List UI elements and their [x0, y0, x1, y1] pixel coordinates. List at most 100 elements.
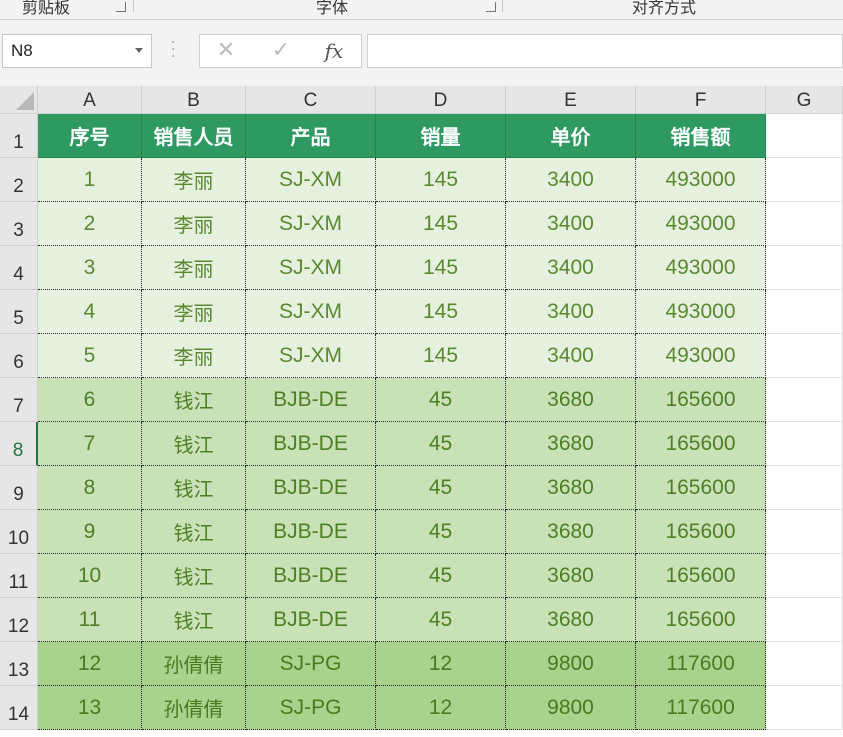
cell-f5[interactable]: 493000: [636, 290, 766, 334]
header-cell-c[interactable]: 产品: [246, 114, 376, 158]
cell-f9[interactable]: 165600: [636, 466, 766, 510]
row-header-7[interactable]: 7: [0, 378, 38, 422]
cell-b11[interactable]: 钱江: [142, 554, 246, 598]
cell-b13[interactable]: 孙倩倩: [142, 642, 246, 686]
cell-a8[interactable]: 7: [38, 422, 142, 466]
cell-b3[interactable]: 李丽: [142, 202, 246, 246]
cell-g5[interactable]: [766, 290, 843, 334]
cell-g9[interactable]: [766, 466, 843, 510]
cancel-icon[interactable]: ✕: [206, 35, 246, 67]
cell-c5[interactable]: SJ-XM: [246, 290, 376, 334]
row-header-12[interactable]: 12: [0, 598, 38, 642]
cell-g11[interactable]: [766, 554, 843, 598]
cell-a4[interactable]: 3: [38, 246, 142, 290]
cell-a2[interactable]: 1: [38, 158, 142, 202]
name-box[interactable]: N8: [2, 34, 152, 68]
cell-f11[interactable]: 165600: [636, 554, 766, 598]
cell-b4[interactable]: 李丽: [142, 246, 246, 290]
row-header-3[interactable]: 3: [0, 202, 38, 246]
clipboard-dialog-launcher-icon[interactable]: [116, 2, 126, 12]
cell-a9[interactable]: 8: [38, 466, 142, 510]
cell-d7[interactable]: 45: [376, 378, 506, 422]
row-header-8[interactable]: 8: [0, 422, 38, 466]
header-cell-f[interactable]: 销售额: [636, 114, 766, 158]
cell-b9[interactable]: 钱江: [142, 466, 246, 510]
cell-e6[interactable]: 3400: [506, 334, 636, 378]
cell-f14[interactable]: 117600: [636, 686, 766, 730]
column-header-a[interactable]: A: [38, 86, 142, 114]
cell-e2[interactable]: 3400: [506, 158, 636, 202]
cell-g14[interactable]: [766, 686, 843, 730]
cell-g2[interactable]: [766, 158, 843, 202]
cell-c2[interactable]: SJ-XM: [246, 158, 376, 202]
header-cell-e[interactable]: 单价: [506, 114, 636, 158]
cell-b2[interactable]: 李丽: [142, 158, 246, 202]
cell-d8[interactable]: 45: [376, 422, 506, 466]
cell-c3[interactable]: SJ-XM: [246, 202, 376, 246]
cell-d13[interactable]: 12: [376, 642, 506, 686]
cell-g8[interactable]: [766, 422, 843, 466]
cell-e7[interactable]: 3680: [506, 378, 636, 422]
cell-g12[interactable]: [766, 598, 843, 642]
row-header-14[interactable]: 14: [0, 686, 38, 730]
column-header-g[interactable]: G: [766, 86, 843, 114]
cell-c8[interactable]: BJB-DE: [246, 422, 376, 466]
cell-f4[interactable]: 493000: [636, 246, 766, 290]
column-header-e[interactable]: E: [506, 86, 636, 114]
cell-g4[interactable]: [766, 246, 843, 290]
cell-e12[interactable]: 3680: [506, 598, 636, 642]
cell-e4[interactable]: 3400: [506, 246, 636, 290]
cell-a3[interactable]: 2: [38, 202, 142, 246]
row-header-11[interactable]: 11: [0, 554, 38, 598]
cell-c9[interactable]: BJB-DE: [246, 466, 376, 510]
cell-a6[interactable]: 5: [38, 334, 142, 378]
cell-f7[interactable]: 165600: [636, 378, 766, 422]
row-header-2[interactable]: 2: [0, 158, 38, 202]
cell-a14[interactable]: 13: [38, 686, 142, 730]
cell-c12[interactable]: BJB-DE: [246, 598, 376, 642]
cell-c14[interactable]: SJ-PG: [246, 686, 376, 730]
cell-e9[interactable]: 3680: [506, 466, 636, 510]
cell-f13[interactable]: 117600: [636, 642, 766, 686]
cell-d3[interactable]: 145: [376, 202, 506, 246]
cell-e8[interactable]: 3680: [506, 422, 636, 466]
header-cell-d[interactable]: 销量: [376, 114, 506, 158]
cell-a12[interactable]: 11: [38, 598, 142, 642]
cell-b6[interactable]: 李丽: [142, 334, 246, 378]
cell-c4[interactable]: SJ-XM: [246, 246, 376, 290]
cell-b10[interactable]: 钱江: [142, 510, 246, 554]
cell-g7[interactable]: [766, 378, 843, 422]
cell-c10[interactable]: BJB-DE: [246, 510, 376, 554]
insert-function-icon[interactable]: fx: [314, 35, 354, 67]
cell-d12[interactable]: 45: [376, 598, 506, 642]
column-header-b[interactable]: B: [142, 86, 246, 114]
formula-input[interactable]: [367, 34, 843, 68]
cell-a13[interactable]: 12: [38, 642, 142, 686]
row-header-6[interactable]: 6: [0, 334, 38, 378]
cell-g3[interactable]: [766, 202, 843, 246]
cell-e11[interactable]: 3680: [506, 554, 636, 598]
cell-f10[interactable]: 165600: [636, 510, 766, 554]
cell-d4[interactable]: 145: [376, 246, 506, 290]
cell-f8[interactable]: 165600: [636, 422, 766, 466]
cell-g1[interactable]: [766, 114, 843, 158]
cell-g13[interactable]: [766, 642, 843, 686]
column-header-f[interactable]: F: [636, 86, 766, 114]
cell-g6[interactable]: [766, 334, 843, 378]
row-header-10[interactable]: 10: [0, 510, 38, 554]
cell-a5[interactable]: 4: [38, 290, 142, 334]
row-header-13[interactable]: 13: [0, 642, 38, 686]
cell-d6[interactable]: 145: [376, 334, 506, 378]
cell-e3[interactable]: 3400: [506, 202, 636, 246]
cell-a10[interactable]: 9: [38, 510, 142, 554]
cell-e5[interactable]: 3400: [506, 290, 636, 334]
cell-f3[interactable]: 493000: [636, 202, 766, 246]
cell-c6[interactable]: SJ-XM: [246, 334, 376, 378]
cell-c11[interactable]: BJB-DE: [246, 554, 376, 598]
cell-d10[interactable]: 45: [376, 510, 506, 554]
name-box-dropdown-icon[interactable]: [135, 48, 143, 53]
cell-a7[interactable]: 6: [38, 378, 142, 422]
row-header-4[interactable]: 4: [0, 246, 38, 290]
cell-a11[interactable]: 10: [38, 554, 142, 598]
cell-c7[interactable]: BJB-DE: [246, 378, 376, 422]
